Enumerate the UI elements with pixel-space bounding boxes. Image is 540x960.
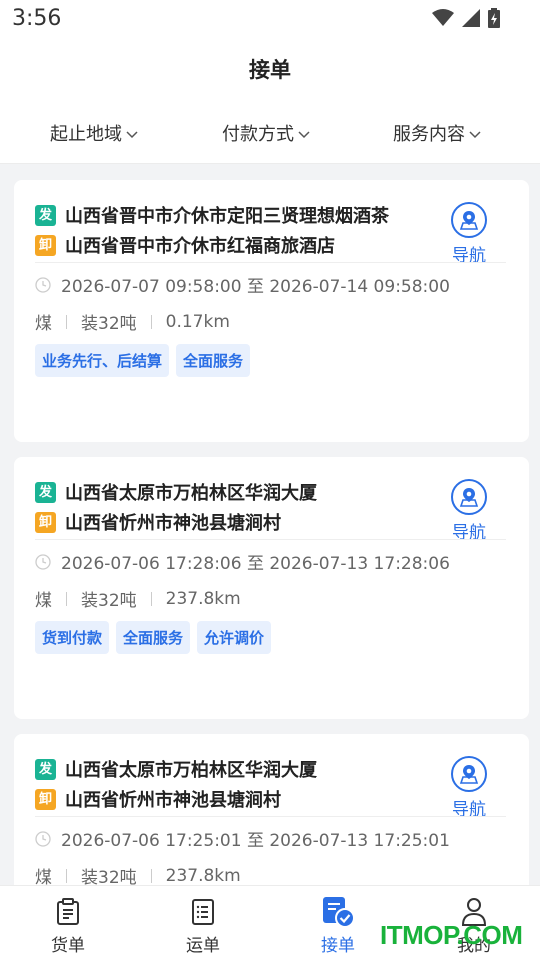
load-weight: 装32吨	[81, 314, 137, 334]
tab-waybill[interactable]: 运单	[163, 896, 243, 956]
route-to: 卸 山西省忻州市神池县塘涧村	[35, 509, 281, 535]
filter-payment-label: 付款方式	[222, 124, 294, 145]
order-card[interactable]: 发 山西省太原市万柏林区华润大厦 卸 山西省忻州市神池县塘涧村 导航 2026-…	[14, 457, 529, 719]
filter-region-label: 起止地域	[50, 124, 122, 145]
tab-accept-order-label: 接单	[321, 936, 355, 956]
service-chip: 业务先行、后结算	[35, 344, 170, 377]
chevron-down-icon	[126, 131, 138, 139]
clock-icon	[35, 276, 51, 293]
tab-cargo-list[interactable]: 货单	[28, 896, 108, 956]
signal-icon	[462, 9, 480, 27]
clock-icon	[35, 553, 51, 570]
time-range-text: 2026-07-07 09:58:00 至 2026-07-14 09:58:0…	[61, 277, 450, 297]
tab-cargo-list-label: 货单	[51, 936, 85, 956]
divider	[35, 816, 506, 817]
map-pin-icon	[459, 765, 479, 784]
status-icons	[432, 8, 500, 28]
from-address: 山西省太原市万柏林区华润大厦	[65, 483, 317, 504]
goods-type: 煤	[35, 314, 52, 334]
battery-icon	[488, 8, 500, 28]
filter-service-label: 服务内容	[393, 124, 465, 145]
distance: 237.8km	[165, 588, 241, 609]
route-from: 发 山西省晋中市介休市定阳三贤理想烟酒茶	[35, 202, 389, 228]
accept-order-icon	[323, 897, 355, 928]
separator	[66, 591, 67, 606]
order-card[interactable]: 发 山西省晋中市介休市定阳三贤理想烟酒茶 卸 山西省晋中市介休市红福商旅酒店 导…	[14, 180, 529, 442]
service-chip: 全面服务	[116, 621, 191, 654]
page-title: 接单	[249, 58, 291, 82]
map-pin-icon	[459, 488, 479, 507]
navigate-button[interactable]: 导航	[449, 756, 489, 820]
to-address: 山西省忻州市神池县塘涧村	[65, 513, 281, 534]
goods-type: 煤	[35, 868, 52, 885]
load-weight: 装32吨	[81, 591, 137, 611]
separator	[150, 591, 152, 606]
time-range-text: 2026-07-06 17:25:01 至 2026-07-13 17:25:0…	[61, 831, 450, 851]
wifi-icon	[432, 9, 454, 26]
header: 接单	[0, 40, 540, 100]
time-range: 2026-07-07 09:58:00 至 2026-07-14 09:58:0…	[35, 272, 450, 297]
chevron-down-icon	[298, 131, 310, 139]
route-to: 卸 山西省晋中市介休市红福商旅酒店	[35, 232, 335, 258]
service-chip: 货到付款	[35, 621, 110, 654]
cargo-meta: 煤 装32吨 237.8km	[35, 863, 241, 886]
order-list[interactable]: 发 山西省晋中市介休市定阳三贤理想烟酒茶 卸 山西省晋中市介休市红福商旅酒店 导…	[0, 164, 540, 885]
time-range: 2026-07-06 17:25:01 至 2026-07-13 17:25:0…	[35, 826, 450, 851]
status-time: 3:56	[12, 6, 62, 31]
unload-tag: 卸	[35, 234, 56, 256]
list-icon	[192, 899, 214, 925]
cargo-meta: 煤 装32吨 237.8km	[35, 586, 241, 612]
service-chips: 业务先行、后结算 全面服务	[35, 344, 251, 377]
distance: 237.8km	[165, 865, 241, 886]
route-from: 发 山西省太原市万柏林区华润大厦	[35, 756, 317, 782]
filter-region[interactable]: 起止地域	[50, 120, 138, 146]
order-card[interactable]: 发 山西省太原市万柏林区华润大厦 卸 山西省忻州市神池县塘涧村 导航 2026-…	[14, 734, 529, 885]
separator	[150, 314, 152, 329]
load-weight: 装32吨	[81, 868, 137, 885]
time-range: 2026-07-06 17:28:06 至 2026-07-13 17:28:0…	[35, 549, 450, 574]
filter-service[interactable]: 服务内容	[393, 120, 481, 146]
send-tag: 发	[35, 204, 56, 226]
time-range-text: 2026-07-06 17:28:06 至 2026-07-13 17:28:0…	[61, 554, 450, 574]
tab-waybill-label: 运单	[186, 936, 220, 956]
separator	[66, 868, 67, 883]
separator	[66, 314, 67, 329]
to-address: 山西省晋中市介休市红福商旅酒店	[65, 236, 335, 257]
to-address: 山西省忻州市神池县塘涧村	[65, 790, 281, 811]
route-to: 卸 山西省忻州市神池县塘涧村	[35, 786, 281, 812]
separator	[150, 868, 152, 883]
navigate-button[interactable]: 导航	[449, 479, 489, 543]
service-chip: 全面服务	[176, 344, 251, 377]
goods-type: 煤	[35, 591, 52, 611]
divider	[35, 262, 506, 263]
map-pin-icon	[459, 211, 479, 230]
service-chip: 允许调价	[197, 621, 272, 654]
from-address: 山西省晋中市介休市定阳三贤理想烟酒茶	[65, 206, 389, 227]
status-bar: 3:56	[0, 0, 540, 40]
distance: 0.17km	[165, 311, 230, 332]
filter-payment[interactable]: 付款方式	[222, 120, 310, 146]
cargo-meta: 煤 装32吨 0.17km	[35, 309, 230, 335]
filter-bar: 起止地域 付款方式 服务内容	[0, 100, 540, 164]
unload-tag: 卸	[35, 511, 56, 533]
watermark: ITMOP.COM	[380, 920, 523, 950]
send-tag: 发	[35, 758, 56, 780]
from-address: 山西省太原市万柏林区华润大厦	[65, 760, 317, 781]
chevron-down-icon	[469, 131, 481, 139]
route-from: 发 山西省太原市万柏林区华润大厦	[35, 479, 317, 505]
clipboard-icon	[57, 898, 79, 925]
tab-accept-order[interactable]: 接单	[298, 896, 378, 956]
divider	[35, 539, 506, 540]
send-tag: 发	[35, 481, 56, 503]
clock-icon	[35, 830, 51, 847]
navigate-button[interactable]: 导航	[449, 202, 489, 266]
unload-tag: 卸	[35, 788, 56, 810]
service-chips: 货到付款 全面服务 允许调价	[35, 621, 272, 654]
